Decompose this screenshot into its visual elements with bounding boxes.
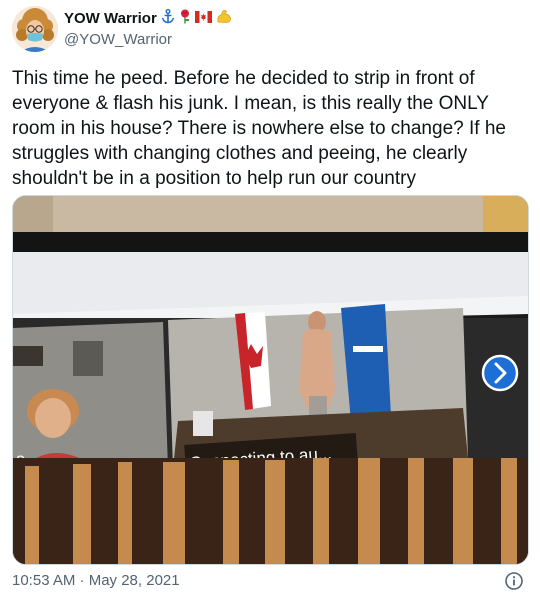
anchor-icon: [161, 9, 175, 27]
handle[interactable]: @YOW_Warrior: [64, 31, 172, 48]
flexed-biceps-icon: [216, 9, 232, 27]
canada-flag-icon: [194, 10, 212, 26]
info-icon[interactable]: [504, 571, 524, 591]
author-name-row[interactable]: YOW Warrior: [64, 9, 232, 27]
display-name[interactable]: YOW Warrior: [64, 10, 157, 27]
video-tile-left: [13, 322, 168, 472]
tweet-text: This time he peed. Before he decided to …: [12, 68, 506, 189]
media-image: o Connecting to au...: [13, 196, 528, 564]
tweet-timestamp[interactable]: 10:53 AM · May 28, 2021: [12, 572, 180, 589]
rose-icon: [179, 9, 191, 27]
next-tile-button[interactable]: [481, 354, 519, 392]
avatar[interactable]: [12, 6, 58, 52]
tweet-media[interactable]: o Connecting to au...: [12, 195, 529, 565]
